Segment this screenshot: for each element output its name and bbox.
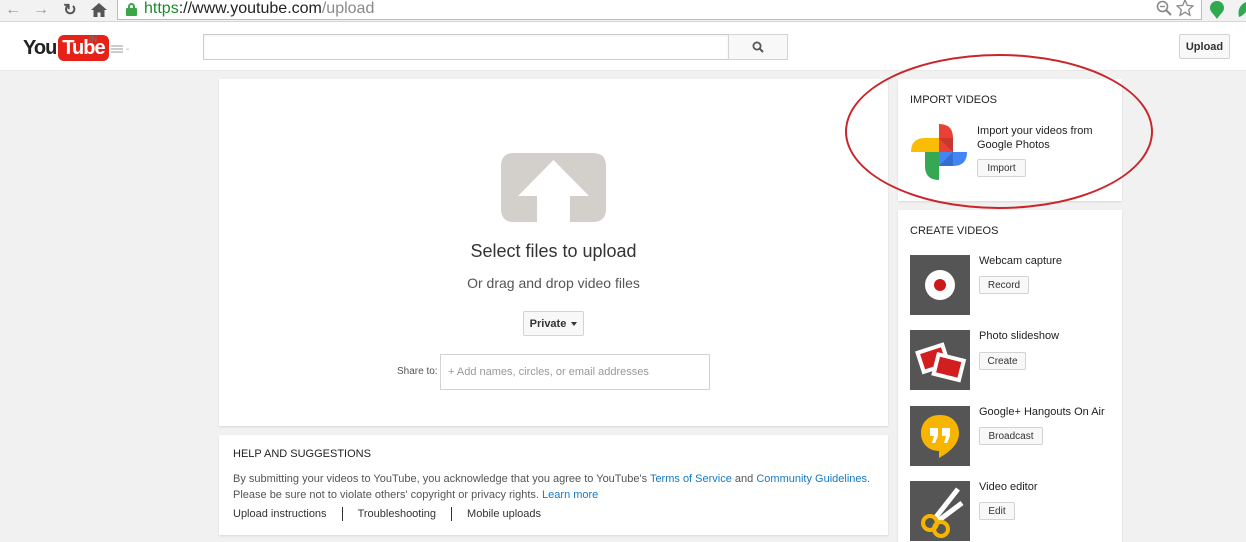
forward-icon[interactable]: → [32, 1, 50, 19]
guide-menu-icon[interactable]: - [111, 44, 131, 55]
create-slideshow-button[interactable]: Create [979, 352, 1026, 370]
reload-icon[interactable]: ↻ [61, 1, 79, 19]
upload-button[interactable]: Upload [1179, 34, 1230, 59]
extension-leaf-icon[interactable] [1234, 1, 1246, 19]
bookmark-star-icon[interactable] [1176, 0, 1194, 17]
share-label: Share to: [397, 366, 438, 377]
privacy-label: Private [529, 317, 567, 330]
upload-instructions-link[interactable]: Upload instructions [233, 507, 342, 521]
scissors-icon[interactable] [910, 481, 970, 541]
help-text: By submitting your videos to YouTube, yo… [233, 473, 871, 501]
google-photos-icon [910, 123, 968, 181]
webcam-capture-label: Webcam capture [979, 255, 1062, 267]
broadcast-button[interactable]: Broadcast [979, 427, 1043, 445]
import-title: IMPORT VIDEOS [910, 94, 998, 106]
mobile-uploads-link[interactable]: Mobile uploads [451, 507, 556, 521]
help-title: HELP AND SUGGESTIONS [233, 448, 371, 460]
upload-arrow-icon[interactable] [500, 152, 607, 223]
back-icon[interactable]: ← [4, 1, 22, 19]
country-code: IN [89, 35, 97, 44]
search-icon [752, 41, 764, 53]
help-panel: HELP AND SUGGESTIONS By submitting your … [219, 435, 888, 535]
video-editor-label: Video editor [979, 481, 1038, 493]
photo-slideshow-label: Photo slideshow [979, 330, 1060, 342]
address-url: https://www.youtube.com/upload [144, 0, 375, 17]
drag-drop-hint: Or drag and drop video files [467, 275, 640, 291]
import-videos-panel: IMPORT VIDEOS Import your videos from Go… [898, 79, 1122, 201]
import-description: Import your videos from Google Photos [977, 125, 1093, 151]
troubleshooting-link[interactable]: Troubleshooting [341, 507, 451, 521]
home-icon[interactable] [90, 1, 108, 19]
create-title: CREATE VIDEOS [910, 225, 999, 237]
extension-green-icon[interactable] [1208, 1, 1226, 19]
lock-icon [126, 2, 137, 16]
select-files-label[interactable]: Select files to upload [219, 241, 888, 262]
slideshow-icon[interactable] [910, 330, 970, 390]
record-button[interactable]: Record [979, 276, 1029, 294]
learn-more-link[interactable]: Learn more [542, 489, 598, 501]
terms-of-service-link[interactable]: Terms of Service [650, 473, 732, 485]
community-guidelines-link[interactable]: Community Guidelines [756, 473, 867, 485]
zoom-icon[interactable] [1156, 0, 1172, 17]
create-videos-panel: CREATE VIDEOS Webcam capture Record Phot… [898, 210, 1122, 542]
search-input[interactable] [203, 34, 729, 60]
search-button[interactable] [728, 34, 788, 60]
webcam-icon[interactable] [910, 255, 970, 315]
privacy-dropdown[interactable]: Private [523, 311, 584, 336]
chevron-down-icon [571, 321, 578, 326]
masthead: You Tube IN - Upload [0, 22, 1246, 71]
import-button[interactable]: Import [977, 159, 1026, 177]
browser-toolbar: ← → ↻ https://www.youtube.com/upload [0, 0, 1246, 22]
help-links: Upload instructions Troubleshooting Mobi… [233, 507, 556, 521]
upload-panel: Select files to upload Or drag and drop … [219, 79, 888, 426]
address-bar[interactable]: https://www.youtube.com/upload [117, 0, 1202, 20]
hangouts-icon[interactable] [910, 406, 970, 466]
share-input[interactable]: + Add names, circles, or email addresses [440, 354, 710, 390]
edit-button[interactable]: Edit [979, 502, 1015, 520]
hangouts-on-air-label: Google+ Hangouts On Air [979, 406, 1105, 418]
